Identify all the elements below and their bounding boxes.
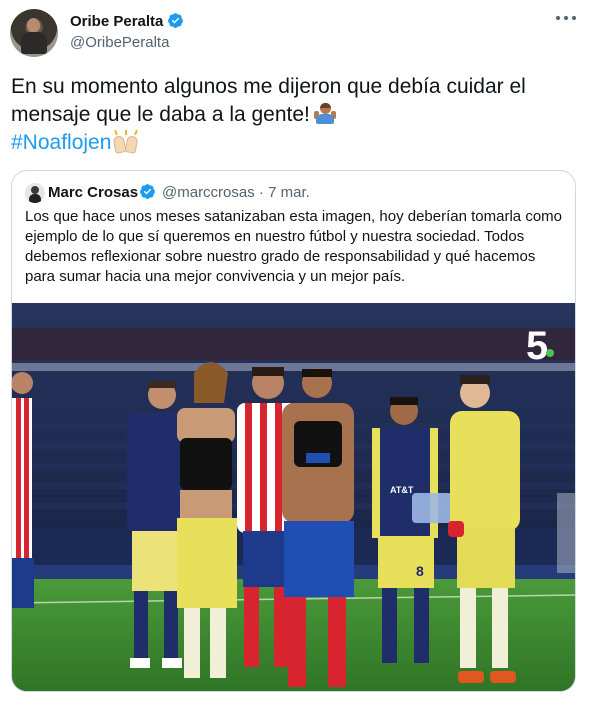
tweet-text-line: mensaje que le daba a la gente! — [11, 101, 581, 129]
tweet-hashtag-line: #Noaflojen — [11, 129, 581, 157]
quoted-text-line: debemos reflexionar sobre nuestro grado … — [25, 248, 536, 265]
player-left-edge — [12, 372, 34, 608]
author-handle[interactable]: @OribePeralta — [70, 34, 169, 51]
quoted-author-avatar — [25, 183, 45, 203]
tweet-text: En su momento algunos me dijeron que deb… — [11, 73, 581, 157]
verified-badge-icon — [140, 184, 155, 199]
players-photo: 5 AT&T 8 — [12, 303, 575, 691]
quoted-date: 7 mar. — [268, 184, 310, 201]
quoted-text-line: para sumar hacia una mejor convivencia y… — [25, 268, 406, 285]
hashtag-link[interactable]: #Noaflojen — [11, 131, 111, 154]
author-avatar[interactable] — [10, 9, 58, 57]
tweet-text-line2: mensaje que le daba a la gente! — [11, 103, 310, 126]
shirt-sponsor-text: AT&T — [390, 485, 414, 495]
quoted-author-meta: @marccrosas · 7 mar. — [162, 184, 310, 201]
meta-separator: · — [258, 184, 264, 201]
more-dots-icon[interactable] — [556, 15, 576, 21]
quoted-media-photo[interactable]: 5 AT&T 8 — [12, 303, 575, 691]
tweet: Oribe Peralta @OribePeralta En su moment… — [0, 0, 589, 706]
quoted-text: Los que hace unos meses satanizaban esta… — [25, 207, 570, 287]
tweet-text-line: En su momento algunos me dijeron que deb… — [11, 75, 526, 98]
jersey-number-text: 8 — [416, 563, 424, 579]
stands-red-band — [12, 328, 575, 360]
quoted-text-line: Los que hace unos meses satanizaban esta… — [25, 208, 562, 225]
quoted-tweet[interactable]: Marc Crosas @marccrosas · 7 mar. Los que… — [11, 170, 576, 692]
quoted-author-name: Marc Crosas — [48, 184, 139, 201]
broadcast-logo-text: 5 — [526, 324, 548, 368]
verified-badge-icon — [168, 13, 183, 28]
quoted-author-handle: @marccrosas — [162, 184, 255, 201]
man-shrugging-emoji — [313, 103, 336, 125]
quoted-text-line: ejemplo de lo que sí queremos en nuestro… — [25, 228, 525, 245]
raising-hands-emoji — [111, 129, 141, 154]
author-display-name[interactable]: Oribe Peralta — [70, 13, 163, 30]
